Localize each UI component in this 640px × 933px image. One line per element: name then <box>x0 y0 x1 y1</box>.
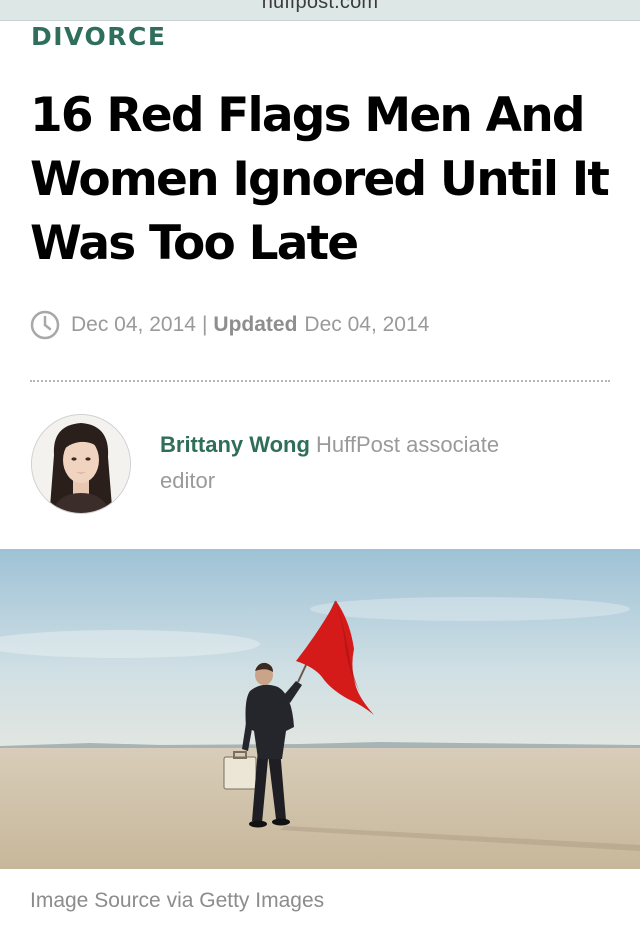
clock-icon <box>30 310 60 340</box>
updated-date: Dec 04, 2014 <box>304 313 430 336</box>
article-headline: 16 Red Flags Men And Women Ignored Until… <box>30 88 610 271</box>
author-byline: Brittany Wong HuffPost associate editor <box>160 427 560 499</box>
browser-url-bar[interactable]: huffpost.com <box>0 0 640 21</box>
page: huffpost.com DIVORCE 16 Red Flags Men An… <box>0 0 640 933</box>
url-text[interactable]: huffpost.com <box>0 0 640 14</box>
author-avatar[interactable] <box>31 414 131 514</box>
author-name[interactable]: Brittany Wong <box>160 432 310 457</box>
updated-label: Updated <box>213 313 298 336</box>
dotted-divider <box>30 380 610 382</box>
meta-separator: | <box>201 313 208 336</box>
section-label[interactable]: DIVORCE <box>31 22 166 51</box>
image-caption: Image Source via Getty Images <box>30 889 325 912</box>
article-meta: Dec 04, 2014 | Updated Dec 04, 2014 <box>30 309 429 341</box>
hero-image <box>0 549 640 869</box>
publish-date: Dec 04, 2014 <box>71 313 196 336</box>
